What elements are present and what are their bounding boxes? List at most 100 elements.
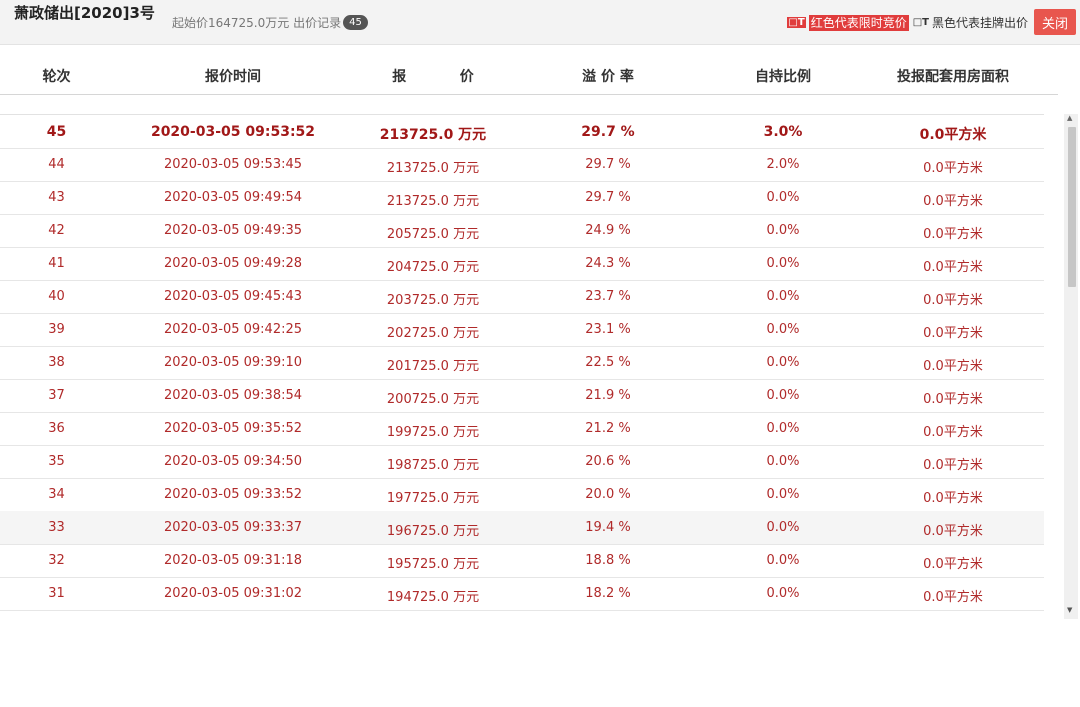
cell-round: 42 (48, 223, 65, 238)
table-row-current: 45 2020-03-05 09:53:52 213725.0 万元 29.7 … (0, 114, 1044, 149)
table-row: 36 2020-03-05 09:35:52 199725.0 万元 21.2 … (0, 412, 1044, 446)
cell-housing-area: 0.0平方米 (923, 557, 983, 572)
cell-housing-area: 0.0平方米 (923, 194, 983, 209)
cell-price: 202725.0 万元 (386, 326, 480, 341)
cell-premium: 23.1 % (585, 322, 631, 337)
scrollbar-thumb[interactable] (1068, 127, 1076, 287)
legend-red-text: 红色代表限时竞价 (808, 14, 909, 31)
cell-round: 45 (46, 124, 67, 140)
column-header-self-ratio: 自持比例 (755, 69, 811, 85)
cell-time: 2020-03-05 09:34:50 (163, 454, 303, 469)
table-row: 39 2020-03-05 09:42:25 202725.0 万元 23.1 … (0, 313, 1044, 347)
cell-price: 195725.0 万元 (386, 557, 480, 572)
arrow-up-icon[interactable]: ▲ (1067, 114, 1072, 122)
cell-premium: 19.4 % (585, 520, 631, 535)
cell-premium: 18.2 % (585, 586, 631, 601)
cell-housing-area: 0.0平方米 (923, 491, 983, 506)
table-row: 35 2020-03-05 09:34:50 198725.0 万元 20.6 … (0, 445, 1044, 479)
cell-housing-area: 0.0平方米 (923, 359, 983, 374)
legend-black-text: 黑色代表挂牌出价 (931, 16, 1028, 30)
cell-price: 203725.0 万元 (386, 293, 480, 308)
cell-housing-area: 0.0平方米 (923, 293, 983, 308)
cell-self-ratio: 0.0% (766, 256, 800, 271)
cell-time: 2020-03-05 09:39:10 (163, 355, 303, 370)
cell-round: 44 (48, 157, 65, 172)
cell-housing-area: 0.0平方米 (923, 524, 983, 539)
column-header-time: 报价时间 (205, 69, 261, 85)
cell-round: 40 (48, 289, 65, 304)
table-row-hovered: 33 2020-03-05 09:33:37 196725.0 万元 19.4 … (0, 511, 1044, 545)
cell-time: 2020-03-05 09:42:25 (163, 322, 303, 337)
cell-self-ratio: 0.0% (766, 454, 800, 469)
cell-premium: 21.2 % (585, 421, 631, 436)
cell-premium: 29.7 % (585, 157, 631, 172)
cell-price: 200725.0 万元 (386, 392, 480, 407)
cell-time: 2020-03-05 09:53:45 (163, 157, 303, 172)
cell-premium: 24.9 % (585, 223, 631, 238)
cell-price: 205725.0 万元 (386, 227, 480, 242)
cell-premium: 20.6 % (585, 454, 631, 469)
red-bid-marker-icon: □T (787, 17, 806, 28)
cell-self-ratio: 0.0% (766, 553, 800, 568)
cell-price: 196725.0 万元 (386, 524, 480, 539)
cell-self-ratio: 0.0% (766, 190, 800, 205)
cell-time: 2020-03-05 09:53:52 (150, 124, 316, 140)
bid-count-badge: 45 (343, 15, 368, 30)
cell-time: 2020-03-05 09:35:52 (163, 421, 303, 436)
cell-premium: 22.5 % (585, 355, 631, 370)
cell-housing-area: 0.0平方米 (923, 161, 983, 176)
cell-round: 43 (48, 190, 65, 205)
cell-round: 34 (48, 487, 65, 502)
cell-premium: 23.7 % (585, 289, 631, 304)
column-header-round: 轮次 (42, 69, 71, 85)
cell-housing-area: 0.0平方米 (923, 458, 983, 473)
cell-premium: 29.7 % (585, 190, 631, 205)
cell-time: 2020-03-05 09:49:28 (163, 256, 303, 271)
cell-housing-area: 0.0平方米 (923, 425, 983, 440)
table-row: 41 2020-03-05 09:49:28 204725.0 万元 24.3 … (0, 247, 1044, 281)
table-row: 43 2020-03-05 09:49:54 213725.0 万元 29.7 … (0, 181, 1044, 215)
cell-housing-area: 0.0平方米 (923, 326, 983, 341)
cell-self-ratio: 0.0% (766, 388, 800, 403)
column-header-premium: 溢 价 率 (582, 69, 634, 85)
cell-self-ratio: 0.0% (766, 289, 800, 304)
cell-round: 35 (48, 454, 65, 469)
bid-records-table[interactable]: 45 2020-03-05 09:53:52 213725.0 万元 29.7 … (0, 114, 1044, 611)
cell-premium: 18.8 % (585, 553, 631, 568)
cell-self-ratio: 0.0% (766, 355, 800, 370)
cell-round: 33 (48, 520, 65, 535)
cell-premium: 20.0 % (585, 487, 631, 502)
cell-round: 39 (48, 322, 65, 337)
table-header: 轮次 报价时间 报 价 溢 价 率 自持比例 投报配套用房面积 (0, 54, 1058, 95)
cell-housing-area: 0.0平方米 (923, 590, 983, 605)
cell-premium: 29.7 % (581, 124, 635, 140)
cell-self-ratio: 0.0% (766, 223, 800, 238)
cell-time: 2020-03-05 09:38:54 (163, 388, 303, 403)
cell-housing-area: 0.0平方米 (923, 227, 983, 242)
cell-self-ratio: 0.0% (766, 487, 800, 502)
start-price-text: 起始价164725.0万元 出价记录 (172, 16, 342, 30)
cell-time: 2020-03-05 09:31:02 (163, 586, 303, 601)
cell-time: 2020-03-05 09:31:18 (163, 553, 303, 568)
cell-self-ratio: 0.0% (766, 322, 800, 337)
cell-self-ratio: 0.0% (766, 421, 800, 436)
start-price-info: 起始价164725.0万元 出价记录 45 (172, 14, 368, 31)
cell-price: 201725.0 万元 (386, 359, 480, 374)
close-button[interactable]: 关闭 (1034, 9, 1076, 35)
table-row: 32 2020-03-05 09:31:18 195725.0 万元 18.8 … (0, 544, 1044, 578)
cell-self-ratio: 0.0% (766, 520, 800, 535)
cell-housing-area: 0.0平方米 (923, 260, 983, 275)
cell-time: 2020-03-05 09:49:54 (163, 190, 303, 205)
cell-price: 213725.0 万元 (379, 127, 487, 143)
cell-housing-area: 0.0平方米 (919, 127, 987, 143)
cell-self-ratio: 3.0% (763, 124, 803, 140)
cell-round: 31 (48, 586, 65, 601)
cell-time: 2020-03-05 09:45:43 (163, 289, 303, 304)
cell-price: 213725.0 万元 (386, 194, 480, 209)
cell-round: 41 (48, 256, 65, 271)
arrow-down-icon[interactable]: ▼ (1067, 606, 1072, 614)
cell-self-ratio: 0.0% (766, 586, 800, 601)
table-row: 42 2020-03-05 09:49:35 205725.0 万元 24.9 … (0, 214, 1044, 248)
table-row: 31 2020-03-05 09:31:02 194725.0 万元 18.2 … (0, 577, 1044, 611)
cell-price: 197725.0 万元 (386, 491, 480, 506)
